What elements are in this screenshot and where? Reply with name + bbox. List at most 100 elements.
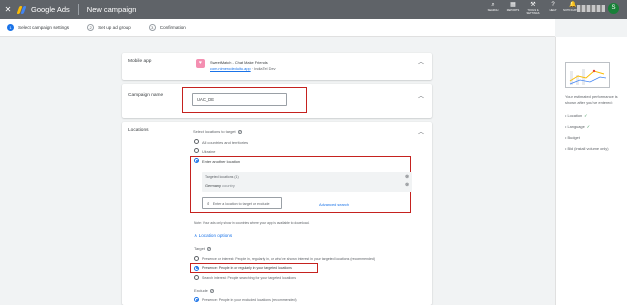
help-icon[interactable]: ?	[209, 288, 214, 293]
account-menu[interactable]: S	[577, 3, 619, 14]
close-icon[interactable]: ✕	[0, 5, 16, 14]
location-search-placeholder: Enter a location to target or exclude	[212, 201, 270, 206]
targeted-location-item: Germany country	[205, 183, 235, 188]
select-locations-text: Select locations to target	[193, 129, 236, 134]
check-icon: ✓	[584, 113, 588, 118]
radio-ukraine[interactable]	[194, 148, 199, 153]
target-option-label: Search interest: People searching for yo…	[202, 275, 296, 280]
app-package-link[interactable]: com.nimerodeduitu.app · IndiaTel Dev	[210, 66, 276, 71]
search-icon: ⌕	[207, 200, 210, 206]
side-panel-description: Your estimated performance is shown afte…	[565, 94, 618, 105]
campaign-name-input[interactable]: UAC_DE	[192, 93, 287, 106]
section-title: Locations	[128, 128, 149, 133]
option-label: All countries and territories	[202, 139, 249, 145]
exclude-option-label: Presence: People in your excluded locati…	[202, 297, 297, 302]
help-icon[interactable]: ?	[206, 246, 211, 251]
reports-icon: ▦	[510, 2, 516, 8]
radio-enter-another-location[interactable]	[194, 158, 199, 163]
target-option-label: Presence or interest: People in, regular…	[202, 256, 376, 261]
radio-all-countries[interactable]	[194, 139, 199, 144]
brand-name: Google Ads	[31, 5, 70, 14]
app-developer: · IndiaTel Dev	[251, 66, 276, 71]
criterion-language: • Language ✓	[565, 124, 591, 129]
exclude-label-text: Exclude	[194, 288, 208, 293]
remove-location-icon[interactable]: ⊗	[405, 182, 409, 188]
redacted-account-name	[577, 5, 605, 12]
target-option-label: Presence: People in or regularly in your…	[202, 266, 292, 270]
location-search-input[interactable]: ⌕ Enter a location to target or exclude	[202, 197, 282, 209]
app-package[interactable]: com.nimerodeduitu.app	[210, 66, 251, 71]
tools-icon: ⚒	[530, 2, 536, 8]
step-label: Confirmation	[159, 25, 186, 30]
criterion-budget: • Budget	[565, 135, 580, 140]
targeted-locations-header: Targeted locations (1)	[205, 175, 239, 179]
help-icon[interactable]: ?	[237, 129, 242, 134]
radio-search-interest[interactable]	[194, 275, 199, 280]
step-confirmation[interactable]: 3 Confirmation	[148, 24, 186, 31]
section-title: Mobile app	[128, 59, 152, 64]
option-label: Ukraine	[202, 148, 216, 154]
divider	[77, 4, 79, 15]
tool-label: SEARCH	[487, 9, 499, 12]
radio-presence[interactable]	[194, 265, 199, 271]
criterion-bid: • Bid (install volume only)	[565, 146, 609, 151]
google-ads-logo-icon	[16, 5, 28, 14]
step-number: 1	[7, 24, 14, 31]
criterion-location: • Location ✓	[565, 113, 588, 118]
search-tool[interactable]: ⌕ SEARCH	[483, 2, 503, 15]
tool-label: HELP	[549, 9, 557, 12]
step-label: Select campaign settings	[18, 25, 70, 30]
page-title: New campaign	[86, 5, 137, 14]
tools-settings-tool[interactable]: ⚒ TOOLS & SETTINGS	[523, 2, 543, 15]
collapse-chevron-icon[interactable]: ︿	[418, 57, 424, 66]
chevron-up-icon: ∧	[194, 233, 198, 238]
location-options-label: Location options	[198, 233, 233, 238]
exclude-label: Exclude?	[194, 288, 214, 293]
location-options-toggle[interactable]: ∧ Location options	[194, 233, 232, 239]
step-number: 2	[87, 24, 95, 31]
criterion-label: Budget	[567, 135, 580, 140]
targeted-location-name: Germany	[205, 183, 221, 188]
help-icon: ?	[551, 2, 555, 8]
collapse-chevron-icon[interactable]: ︿	[418, 127, 424, 136]
radio-presence-or-interest[interactable]	[194, 256, 199, 261]
section-title: Campaign name	[128, 93, 164, 98]
campaign-name-section: Campaign name UAC_DE ︿	[122, 84, 432, 118]
performance-side-panel: Your estimated performance is shown afte…	[555, 37, 627, 305]
criterion-label: Location	[567, 113, 583, 118]
step-number: 3	[148, 24, 156, 31]
step-set-up-ad-group[interactable]: 2 Set up ad group	[87, 24, 131, 31]
campaign-name-value: UAC_DE	[197, 97, 214, 102]
google-ads-logo[interactable]: Google Ads	[16, 5, 70, 14]
step-label: Set up ad group	[98, 25, 131, 30]
criterion-label: Language	[567, 124, 585, 129]
target-label: Target?	[194, 246, 211, 251]
top-bar: ✕ Google Ads New campaign ⌕ SEARCH ▦ REP…	[0, 0, 627, 19]
advanced-search-link[interactable]: Advanced search	[319, 202, 349, 207]
performance-chart-illustration	[565, 62, 610, 88]
search-icon: ⌕	[491, 2, 495, 8]
campaign-stepper: 1 Select campaign settings 2 Set up ad g…	[0, 19, 555, 37]
radio-exclude-presence[interactable]	[194, 297, 199, 302]
app-icon: ♥	[196, 59, 205, 68]
locations-section: Locations ︿ Select locations to target? …	[122, 122, 432, 305]
option-label: Enter another location	[202, 158, 241, 164]
select-locations-label: Select locations to target?	[193, 129, 242, 134]
reports-tool[interactable]: ▦ REPORTS	[503, 2, 523, 15]
app-name: SweetMatch - Chat Make Friends	[210, 60, 268, 65]
collapse-chevron-icon[interactable]: ︿	[418, 91, 424, 100]
help-tool[interactable]: ? HELP	[543, 2, 563, 15]
check-icon: ✓	[586, 124, 591, 129]
tool-label: TOOLS & SETTINGS	[526, 9, 540, 15]
remove-all-icon[interactable]: ⊗	[405, 174, 409, 180]
toolbar: ⌕ SEARCH ▦ REPORTS ⚒ TOOLS & SETTINGS ? …	[483, 2, 583, 15]
line-chart-icon	[569, 69, 607, 85]
tool-label: REPORTS	[506, 9, 520, 12]
criterion-label: Bid (install volume only)	[567, 146, 609, 151]
avatar[interactable]: S	[608, 3, 619, 14]
step-select-campaign-settings[interactable]: 1 Select campaign settings	[7, 24, 69, 31]
mobile-app-section: Mobile app ♥ SweetMatch - Chat Make Frie…	[122, 53, 432, 80]
target-label-text: Target	[194, 246, 205, 251]
targeted-location-type: country	[222, 183, 235, 188]
availability-note: Note: Your ads only show in countries wh…	[194, 221, 310, 225]
